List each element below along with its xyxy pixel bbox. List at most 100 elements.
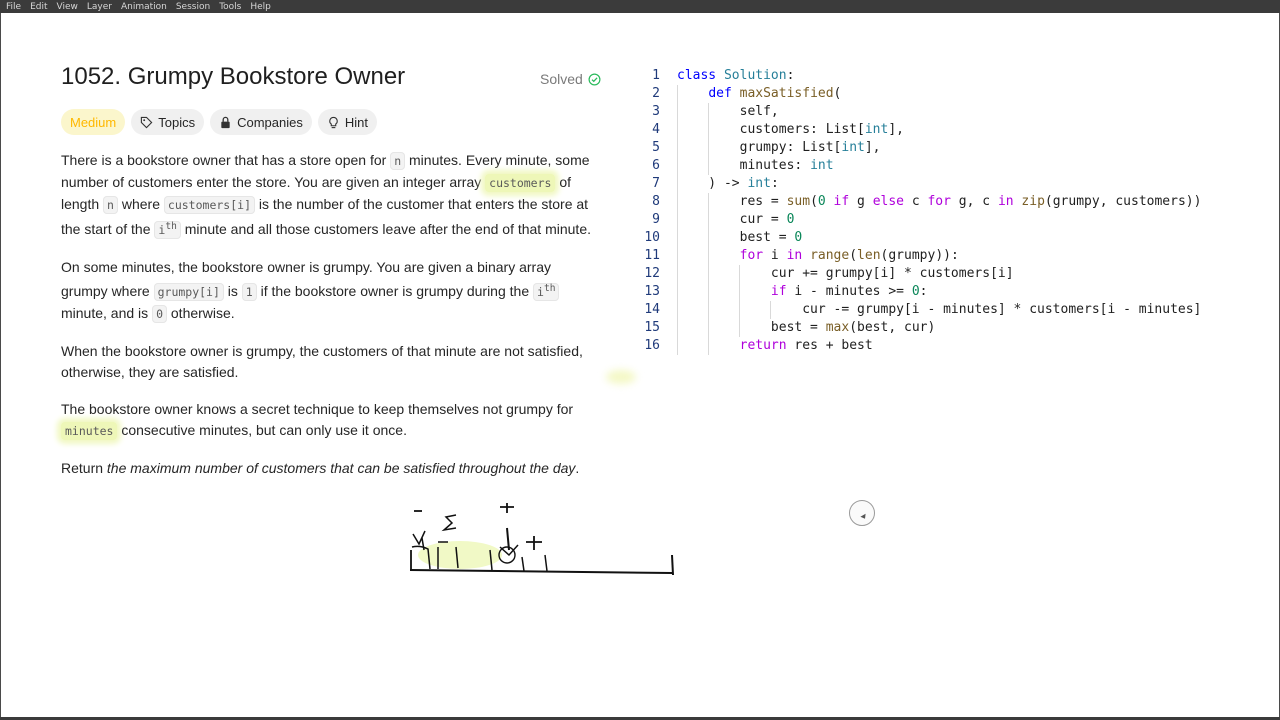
line-number: 1 [652, 68, 660, 83]
indent-guide [677, 301, 678, 319]
indent-guide [677, 85, 678, 103]
code-token: max [825, 320, 850, 335]
text: is [223, 282, 242, 299]
code-text: if i - minutes >= 0: [677, 283, 927, 301]
code-editor[interactable]: 1 class Solution: 2 def maxSatisfied( 3 s… [640, 67, 1201, 355]
indent-guide [708, 229, 709, 247]
text: otherwise. [167, 304, 235, 321]
code-text: cur -= grumpy[i - minutes] * customers[i… [677, 301, 1202, 319]
companies-button[interactable]: Companies [210, 109, 312, 135]
code-token: zip [1021, 194, 1045, 209]
line-number: 14 [644, 302, 660, 317]
code-text: i [537, 284, 544, 299]
indent-guide [677, 337, 678, 355]
hint-button[interactable]: Hint [317, 109, 377, 135]
superscript: th [165, 221, 177, 232]
code-text: cur = 0 [677, 211, 795, 229]
menu-tools[interactable]: Tools [219, 2, 241, 12]
indent-guide [739, 265, 740, 283]
menu-view[interactable]: View [57, 2, 78, 12]
menu-animation[interactable]: Animation [121, 2, 167, 12]
code-text: minutes: int [677, 157, 834, 175]
indent-guide [677, 283, 678, 301]
code-token: else [872, 194, 904, 209]
indent-guide [708, 265, 709, 283]
indent-guide [739, 319, 740, 337]
code-token: 0 [817, 194, 826, 209]
indent-guide [708, 283, 709, 301]
menu-bar: File Edit View Layer Animation Session T… [0, 0, 1280, 13]
menu-edit[interactable]: Edit [30, 2, 47, 12]
line-number: 8 [652, 194, 660, 209]
solved-status: Solved [540, 71, 601, 87]
code-token: int [810, 158, 834, 173]
indent-guide [677, 319, 678, 337]
code-token: if [833, 194, 850, 209]
pointer-cursor-icon [849, 500, 875, 526]
line-number: 13 [644, 284, 660, 299]
code-text: res = sum(0 if g else c for g, c in zip(… [677, 193, 1202, 211]
freehand-sketch [409, 503, 674, 576]
code-token: if [770, 284, 787, 299]
code-line: 5 grumpy: List[int], [640, 139, 1201, 157]
indent-guide [677, 193, 678, 211]
indent-guide [708, 337, 709, 355]
highlighter-mark [606, 370, 636, 384]
line-number: 3 [652, 104, 660, 119]
code-token: sum [786, 194, 811, 209]
code-token: return [739, 338, 787, 353]
code-text: return res + best [677, 337, 873, 355]
line-number: 6 [652, 158, 660, 173]
code-line: 1 class Solution: [640, 67, 1201, 85]
code-line: 11 for i in range(len(grumpy)): [640, 247, 1201, 265]
inline-code: 1 [241, 282, 257, 301]
menu-file[interactable]: File [6, 2, 21, 12]
code-token: class [677, 68, 717, 83]
inline-code: ith [533, 282, 560, 301]
line-number: 5 [652, 140, 660, 155]
code-line: 15 best = max(best, cur) [640, 319, 1201, 337]
code-token: for [739, 248, 764, 263]
indent-guide [708, 139, 709, 157]
indent-guide [708, 247, 709, 265]
code-line: 16 return res + best [640, 337, 1201, 355]
inline-code: customers[i] [163, 196, 255, 214]
indent-guide [677, 211, 678, 229]
indent-guide [708, 121, 709, 139]
inline-code: n [390, 152, 406, 170]
code-text: grumpy: List[int], [677, 139, 881, 157]
tag-icon [141, 116, 153, 128]
indent-guide [677, 121, 678, 139]
code-text: best = 0 [677, 229, 803, 247]
menu-help[interactable]: Help [250, 2, 271, 12]
code-token: int [747, 176, 771, 191]
paragraph-3: When the bookstore owner is grumpy, the … [61, 342, 583, 380]
code-token: in [997, 194, 1014, 209]
inline-code-highlighted: customers [485, 174, 556, 192]
topics-button[interactable]: Topics [131, 109, 205, 135]
code-text: cur += grumpy[i] * customers[i] [677, 265, 1014, 283]
inline-code: 0 [152, 304, 167, 323]
menu-layer[interactable]: Layer [87, 2, 112, 12]
text: if the bookstore owner is grumpy during … [256, 282, 533, 299]
inline-code: grumpy[i] [153, 282, 224, 301]
indent-guide [739, 301, 740, 319]
line-number: 15 [644, 320, 660, 335]
text: where [117, 196, 164, 212]
code-token: int [841, 140, 865, 155]
code-line: 8 res = sum(0 if g else c for g, c in zi… [640, 193, 1201, 211]
inline-code: n [103, 196, 118, 214]
code-token: def [708, 86, 732, 101]
superscript: th [543, 282, 556, 294]
code-line: 14 cur -= grumpy[i - minutes] * customer… [640, 301, 1201, 319]
code-token: maxSatisfied [739, 86, 834, 101]
window-border-left [0, 13, 1, 720]
code-line: 6 minutes: int [640, 157, 1201, 175]
menu-session[interactable]: Session [176, 2, 210, 12]
lightbulb-icon [329, 116, 338, 128]
indent-guide [770, 301, 771, 319]
indent-guide [677, 229, 678, 247]
code-token: 0 [786, 212, 795, 227]
hint-label: Hint [344, 114, 368, 130]
indent-guide [708, 103, 709, 121]
